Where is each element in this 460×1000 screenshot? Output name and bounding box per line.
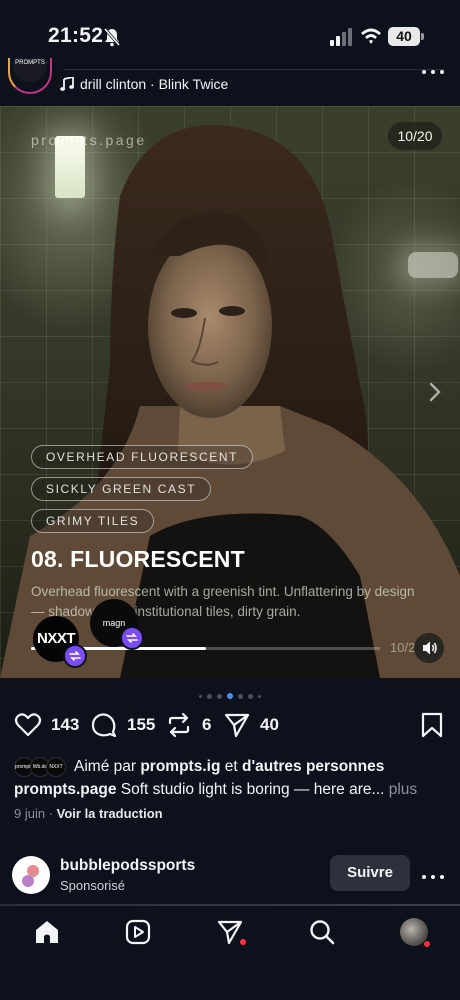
more-dot-icon [440, 875, 444, 879]
sound-toggle-button[interactable] [414, 633, 444, 663]
bubble-logo-icon [22, 865, 39, 887]
caption-text: Soft studio light is boring — here are..… [116, 781, 385, 798]
tag-chip: OVERHEAD FLUORESCENT [31, 445, 254, 469]
more-dot-icon [440, 70, 444, 74]
carousel-dot [248, 693, 253, 699]
carousel-dot [217, 693, 222, 699]
search-icon[interactable] [308, 918, 336, 946]
sponsored-post-header: bubblepodssports Sponsorisé Suivre [0, 850, 460, 900]
slide-title: 08. FLUORESCENT [31, 546, 245, 572]
post-meta: 9 juin · Voir la traduction [14, 806, 163, 821]
tag-chip: SICKLY GREEN CAST [31, 477, 212, 501]
sponsored-media-edge [0, 904, 460, 906]
bottom-navigation [0, 908, 460, 1000]
more-dot-icon [431, 70, 435, 74]
sponsor-avatar[interactable] [12, 856, 50, 894]
messages-notification-dot [240, 939, 246, 945]
status-bar: 21:52 40 [0, 0, 460, 62]
meta-separator: · [45, 806, 57, 821]
more-dot-icon [422, 70, 426, 74]
sponsored-label: Sponsorisé [60, 878, 126, 893]
sponsor-options-button[interactable] [422, 869, 444, 885]
liked-by-prefix: Aimé par [74, 758, 141, 775]
post-date: 9 juin [14, 806, 46, 821]
liker-avatar: NXXT [46, 757, 66, 777]
liked-by-connector: et [220, 758, 242, 775]
carousel-dot [207, 693, 212, 699]
send-icon [224, 713, 250, 738]
post-media[interactable]: prompts.page 10/20 OVERHEAD FLUORESCENT … [0, 106, 460, 678]
profile-notification-dot [424, 941, 430, 947]
sponsor-name[interactable]: bubblepodssports [60, 857, 195, 875]
more-dot-icon [422, 875, 426, 879]
caption-more-link[interactable]: plus [384, 781, 417, 798]
status-time: 21:52 [48, 24, 104, 47]
remix-icon [63, 644, 87, 668]
battery-level: 40 [388, 27, 420, 46]
reels-icon[interactable] [124, 918, 152, 946]
home-icon[interactable] [33, 918, 61, 946]
tag-chip: GRIMY TILES [31, 509, 155, 533]
battery-tip [421, 33, 424, 40]
repost-count: 6 [202, 715, 212, 734]
comment-button[interactable]: 155 [90, 711, 155, 739]
post-header: PROMPTS drill clinton · Blink Twice [0, 58, 460, 104]
like-button[interactable]: 143 [14, 711, 79, 739]
carousel-indicator [0, 692, 460, 700]
liked-by-user[interactable]: prompts.ig [140, 758, 220, 775]
speaker-icon [423, 641, 437, 655]
repost-icon [168, 712, 190, 738]
account-avatar-text: PROMPTS [13, 58, 47, 82]
bookmark-icon [421, 712, 443, 738]
audio-label: drill clinton · Blink Twice [80, 76, 229, 92]
repost-button[interactable]: 6 [165, 711, 211, 739]
liked-by-others[interactable]: d'autres personnes [242, 758, 384, 775]
comment-icon [91, 713, 117, 738]
music-note-icon [60, 77, 74, 91]
header-divider [64, 69, 444, 70]
watermark: prompts.page [31, 132, 147, 148]
carousel-dot [258, 694, 261, 698]
follow-button[interactable]: Suivre [330, 855, 410, 891]
heart-icon [14, 713, 42, 737]
carousel-dot [238, 693, 243, 699]
liked-by-text: Aimé par prompts.ig et d'autres personne… [74, 758, 384, 776]
caption: prompts.page Soft studio light is boring… [14, 781, 454, 799]
like-count: 143 [51, 715, 80, 734]
carousel-dot [199, 694, 202, 698]
account-avatar[interactable]: PROMPTS [8, 58, 52, 94]
cell-signal-icon [330, 28, 352, 46]
share-count: 40 [260, 715, 279, 734]
post-options-button[interactable] [422, 64, 444, 80]
share-button[interactable]: 40 [223, 711, 279, 739]
remix-icon [120, 626, 144, 650]
audio-link[interactable]: drill clinton · Blink Twice [60, 76, 228, 92]
slide-counter: 10/20 [388, 122, 442, 150]
comment-count: 155 [127, 715, 156, 734]
save-button[interactable] [418, 711, 446, 739]
video-progress-label: 10/2 [390, 640, 416, 655]
silent-bell-icon [103, 28, 121, 47]
wifi-icon [361, 28, 381, 44]
translate-link[interactable]: Voir la traduction [57, 806, 163, 821]
liked-by[interactable]: prompts Wb.da NXXT Aimé par prompts.ig e… [14, 756, 454, 778]
more-dot-icon [431, 875, 435, 879]
caption-username[interactable]: prompts.page [14, 781, 116, 798]
chevron-right-icon[interactable] [428, 382, 442, 402]
carousel-dot [227, 693, 233, 699]
post-actions: 143 155 6 40 [0, 711, 460, 743]
